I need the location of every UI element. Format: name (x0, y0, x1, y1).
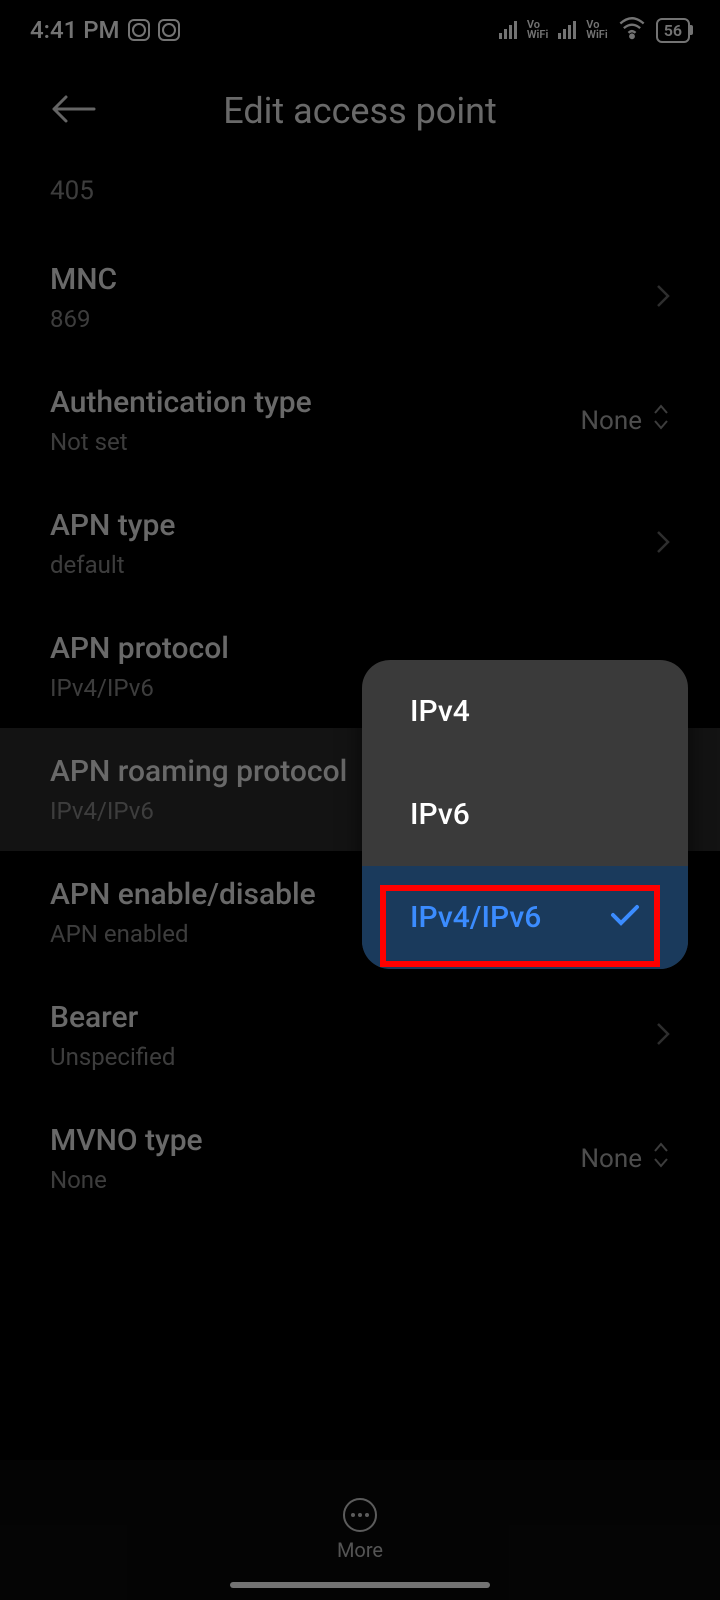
chevron-right-icon (656, 530, 670, 558)
apn-roaming-dropdown: IPv4 IPv6 IPv4/IPv6 (362, 660, 688, 969)
status-bar: 4:41 PM Vo WiFi Vo WiFi 56 (0, 0, 720, 60)
setting-row-bearer[interactable]: Bearer Unspecified (50, 974, 670, 1097)
signal-icon (499, 21, 517, 39)
auth-extra: None (580, 406, 642, 436)
back-arrow-icon[interactable] (50, 94, 96, 128)
mvno-type-value: None (50, 1166, 580, 1194)
instagram-icon (128, 19, 150, 41)
vo-wifi-label: Vo WiFi (586, 20, 607, 40)
status-left: 4:41 PM (30, 16, 180, 44)
header: Edit access point (0, 60, 720, 172)
more-label: More (337, 1538, 383, 1562)
check-icon (610, 900, 640, 935)
mvno-type-extra: None (580, 1144, 642, 1174)
chevron-right-icon (656, 284, 670, 312)
dropdown-item-label: IPv4/IPv6 (410, 900, 541, 935)
dropdown-item-label: IPv6 (410, 797, 470, 832)
bearer-label: Bearer (50, 1000, 656, 1035)
status-right: Vo WiFi Vo WiFi 56 (499, 13, 690, 47)
auth-value: Not set (50, 428, 580, 456)
chevron-right-icon (656, 1022, 670, 1050)
bottom-action-bar: More (0, 1460, 720, 1600)
wifi-icon (618, 13, 646, 47)
page-title: Edit access point (96, 90, 624, 132)
mvno-type-label: MVNO type (50, 1123, 580, 1158)
setting-row-mcc[interactable]: 405 (50, 172, 670, 236)
updown-icon (652, 1141, 670, 1176)
instagram-icon (158, 19, 180, 41)
setting-row-mnc[interactable]: MNC 869 (50, 236, 670, 359)
mnc-label: MNC (50, 262, 656, 297)
dropdown-item-ipv6[interactable]: IPv6 (362, 763, 688, 866)
setting-row-auth-type[interactable]: Authentication type Not set None (50, 359, 670, 482)
status-time: 4:41 PM (30, 16, 120, 44)
more-icon[interactable] (343, 1498, 377, 1532)
bearer-value: Unspecified (50, 1043, 656, 1071)
setting-row-apn-type[interactable]: APN type default (50, 482, 670, 605)
setting-row-mvno-type[interactable]: MVNO type None None (50, 1097, 670, 1220)
updown-icon (652, 403, 670, 438)
home-indicator[interactable] (230, 1582, 490, 1588)
signal-icon (558, 21, 576, 39)
battery-icon: 56 (656, 18, 690, 43)
apn-type-label: APN type (50, 508, 656, 543)
mnc-value: 869 (50, 305, 656, 333)
mvno-value-label-partial[interactable]: MVNO value (50, 1220, 670, 1246)
dropdown-item-label: IPv4 (410, 694, 470, 729)
dropdown-item-ipv4[interactable]: IPv4 (362, 660, 688, 763)
dropdown-item-ipv4ipv6[interactable]: IPv4/IPv6 (362, 866, 688, 969)
mcc-value: 405 (50, 176, 670, 206)
apn-type-value: default (50, 551, 656, 579)
vo-wifi-label: Vo WiFi (527, 20, 548, 40)
auth-label: Authentication type (50, 385, 580, 420)
